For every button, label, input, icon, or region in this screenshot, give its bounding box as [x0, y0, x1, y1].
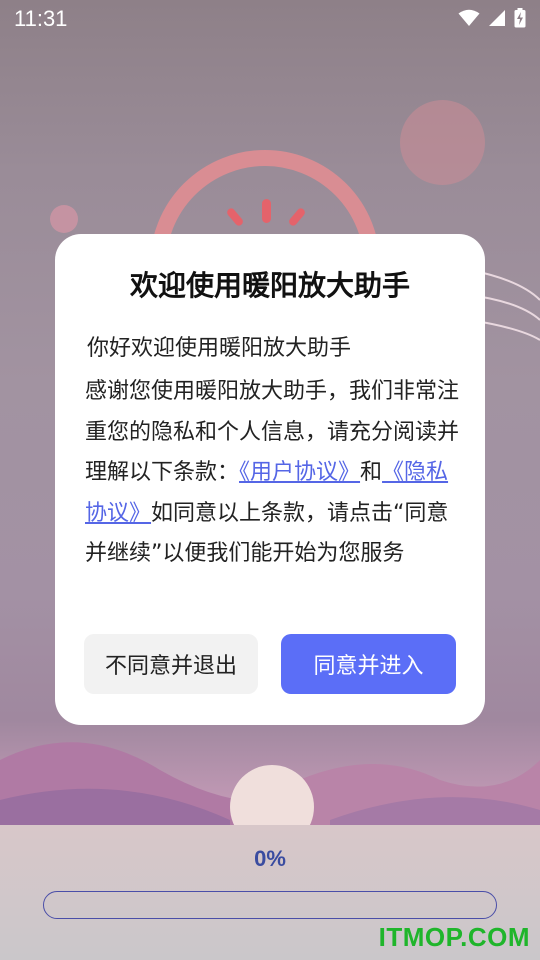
- greeting-text: 你好欢迎使用暖阳放大助手: [87, 336, 352, 361]
- user-agreement-link[interactable]: 《用户协议》: [239, 460, 360, 485]
- background-dot: [50, 205, 78, 233]
- wifi-icon: [458, 9, 480, 26]
- sun-rays-illustration: [227, 199, 305, 226]
- status-icons: [458, 8, 526, 28]
- conjunction-text: 和: [360, 460, 383, 485]
- terms-body: 感谢您使用暖阳放大助手，我们非常注重您的隐私和个人信息，请充分阅读并理解以下条款…: [85, 372, 465, 575]
- decline-exit-button[interactable]: 不同意并退出: [84, 634, 258, 694]
- status-time: 11:31: [14, 6, 68, 31]
- agree-enter-button[interactable]: 同意并进入: [281, 634, 456, 694]
- battery-charging-icon: [514, 8, 526, 28]
- signal-icon: [489, 10, 505, 26]
- progress-percentage: 0%: [254, 846, 286, 871]
- status-bar: 11:31: [0, 0, 540, 40]
- background-circle: [400, 100, 485, 185]
- progress-bar: [43, 891, 497, 919]
- dialog-title: 欢迎使用暖阳放大助手: [129, 269, 410, 302]
- watermark-text: ITMOP.COM: [378, 922, 530, 952]
